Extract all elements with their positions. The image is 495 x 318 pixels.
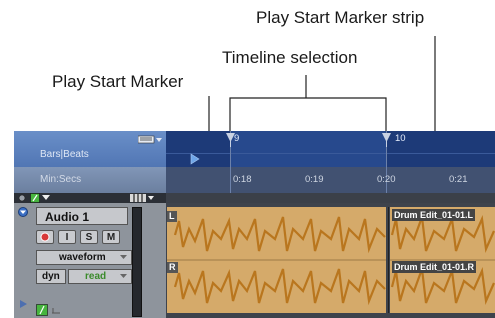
clip-area-header: [166, 193, 495, 203]
min-secs-tick-label: 0:18: [233, 174, 252, 185]
record-enable-small-icon[interactable]: [18, 194, 26, 202]
track-height-icon[interactable]: [130, 194, 154, 202]
edit-window: Bars|Beats Min:Secs 9 10 0:18 0:19 0:20 …: [14, 131, 495, 318]
record-circle-icon: [40, 232, 50, 242]
bars-beats-label: Bars|Beats: [40, 149, 89, 160]
play-start-marker-icon[interactable]: [190, 153, 200, 165]
play-start-marker-strip[interactable]: [166, 153, 495, 154]
timeline-selection-callout: Timeline selection: [222, 48, 358, 67]
input-monitor-button[interactable]: I: [58, 230, 76, 244]
track-controls-audio-1: Audio 1 I S M waveform dyn read: [14, 203, 166, 318]
playlist-label: dyn: [42, 271, 60, 282]
track-view-label: waveform: [59, 252, 106, 263]
min-secs-label: Min:Secs: [40, 174, 82, 185]
instrument-metronome-icon[interactable]: [36, 304, 48, 316]
clip-name-right: Drum Edit_01-01.R: [392, 261, 477, 273]
track-collapse-icon[interactable]: [18, 207, 28, 217]
automation-mode-selector[interactable]: read: [68, 269, 132, 284]
selection-start-marker-icon[interactable]: [225, 133, 236, 147]
track-menu-chevron-icon[interactable]: [42, 195, 50, 201]
waveform-display: [390, 214, 495, 306]
min-secs-tick-label: 0:20: [377, 174, 396, 185]
mute-button[interactable]: M: [102, 230, 120, 244]
clip-name-left: Drum Edit_01-01.L: [392, 209, 476, 221]
level-meter: [132, 207, 142, 317]
play-start-marker-strip-callout: Play Start Marker strip: [256, 8, 425, 27]
dropdown-arrow-icon: [120, 255, 127, 259]
min-secs-tick-label: 0:21: [449, 174, 468, 185]
selection-end-marker-icon[interactable]: [381, 133, 392, 147]
audio-clip-drum-edit[interactable]: Drum Edit_01-01.L Drum Edit_01-01.R: [390, 207, 495, 313]
waveform-display: [167, 216, 386, 306]
min-secs-ruler[interactable]: [166, 167, 495, 193]
track-color-icon[interactable]: [30, 193, 40, 203]
min-secs-tick-label: 0:19: [305, 174, 324, 185]
automation-mode-label: read: [85, 271, 107, 282]
timeline-selection-band[interactable]: [230, 131, 386, 167]
record-enable-button[interactable]: [36, 230, 54, 244]
min-secs-ruler-header[interactable]: Min:Secs: [14, 167, 166, 193]
bars-beats-ruler-header[interactable]: Bars|Beats: [14, 131, 166, 167]
track-name-field[interactable]: Audio 1: [36, 207, 128, 225]
audio-clip-left[interactable]: L R: [167, 207, 386, 313]
play-start-marker-callout: Play Start Marker: [52, 72, 184, 91]
timebase-icon[interactable]: [51, 306, 61, 314]
solo-button[interactable]: S: [80, 230, 98, 244]
clip-boundary: [388, 207, 389, 313]
bar-tick-label: 10: [395, 133, 406, 144]
clip-area[interactable]: L R Drum Edit_01-01.L Drum Edit_01-01.R: [166, 203, 495, 318]
dropdown-arrow-icon: [120, 274, 127, 278]
track-column-header: [14, 193, 166, 203]
track-view-selector[interactable]: waveform: [36, 250, 132, 265]
track-expand-icon[interactable]: [20, 300, 27, 308]
ruler-view-menu-icon[interactable]: [138, 135, 162, 145]
playlist-button[interactable]: dyn: [36, 269, 66, 284]
